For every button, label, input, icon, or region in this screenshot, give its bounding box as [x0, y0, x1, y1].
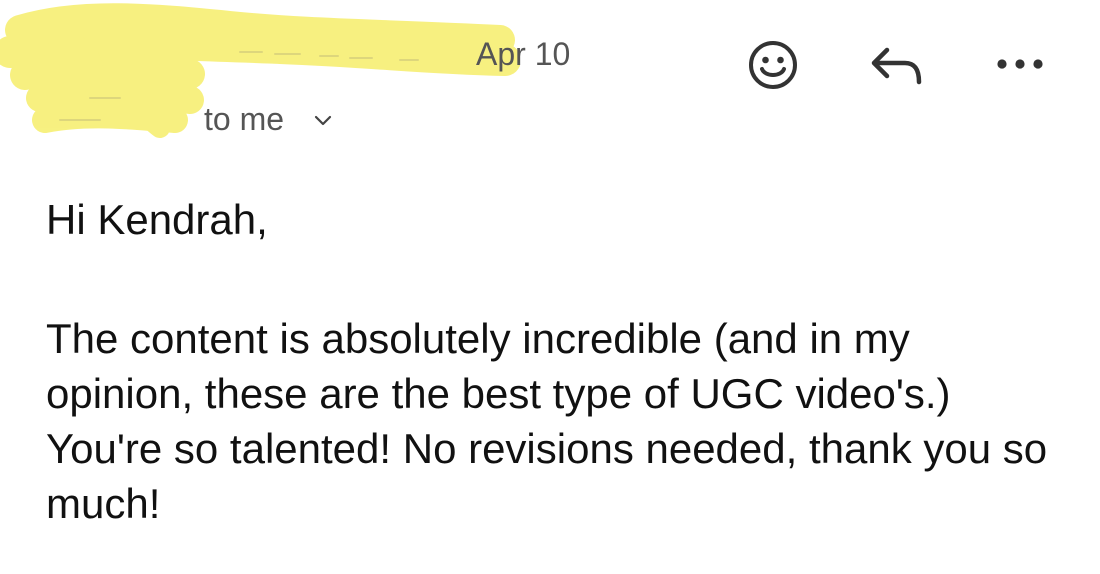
- more-options-button[interactable]: [990, 44, 1050, 84]
- recipient-label: to me: [204, 101, 285, 137]
- add-reaction-button[interactable]: [744, 36, 802, 94]
- recipient-details-toggle[interactable]: to me: [204, 98, 334, 140]
- more-dots-icon: [997, 59, 1043, 69]
- reply-arrow-icon: [871, 47, 922, 85]
- reply-button[interactable]: [866, 38, 928, 94]
- email-greeting: Hi Kendrah,: [46, 196, 268, 243]
- email-header: Apr 10 to me: [0, 0, 1100, 150]
- email-date: Apr 10: [476, 36, 571, 72]
- email-body: Hi Kendrah, The content is absolutely in…: [46, 192, 1056, 531]
- email-message: The content is absolutely incredible (an…: [46, 315, 1048, 527]
- smiley-face-icon: [749, 41, 797, 89]
- chevron-down-icon: [312, 110, 334, 132]
